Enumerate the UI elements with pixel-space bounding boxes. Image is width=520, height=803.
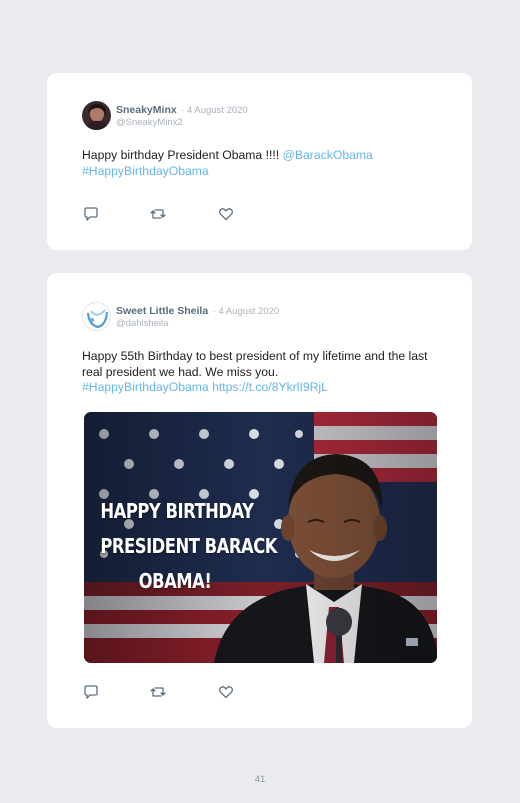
tweet-text-body: Happy birthday President Obama !!!! (82, 148, 283, 162)
page-number: 41 (254, 774, 266, 785)
hashtag-link[interactable]: #HappyBirthdayObama (82, 380, 209, 394)
like-icon[interactable] (218, 684, 234, 700)
tweet-meta: Sweet Little Sheila · 4 August 2020 @dah… (116, 304, 279, 330)
image-caption: HAPPY BIRTHDAY PRESIDENT BARACK OBAMA! (100, 494, 277, 599)
retweet-icon[interactable] (150, 684, 166, 700)
author-name[interactable]: Sweet Little Sheila (116, 305, 208, 317)
caption-line: PRESIDENT BARACK (100, 534, 277, 558)
tweet-text: Happy birthday President Obama !!!! @Bar… (82, 148, 442, 179)
mention-link[interactable]: @BarackObama (283, 148, 373, 162)
tweet-card: SneakyMinx · 4 August 2020 @SneakyMinx2 … (47, 73, 472, 250)
author-handle[interactable]: @SneakyMinx2 (116, 117, 248, 129)
retweet-icon[interactable] (150, 206, 166, 222)
hashtag-link[interactable]: #HappyBirthdayObama (82, 164, 209, 178)
like-icon[interactable] (218, 206, 234, 222)
reply-icon[interactable] (83, 684, 99, 700)
caption-line: HAPPY BIRTHDAY (100, 499, 254, 523)
caption-line: OBAMA! (138, 569, 212, 593)
tweet-date: · 4 August 2020 (181, 105, 248, 116)
author-handle[interactable]: @dahlsheila (116, 318, 279, 330)
url-link[interactable]: https://t.co/8YkrlI9RjL (212, 380, 328, 394)
tweet-date: · 4 August 2020 (212, 306, 280, 317)
tweet-text-body: Happy 55th Birthday to best president of… (82, 349, 428, 379)
author-name[interactable]: SneakyMinx (116, 104, 177, 116)
avatar[interactable] (82, 302, 111, 331)
tweet-text: Happy 55th Birthday to best president of… (82, 349, 444, 396)
tweet-image[interactable]: HAPPY BIRTHDAY PRESIDENT BARACK OBAMA! (84, 412, 437, 663)
reply-icon[interactable] (83, 206, 99, 222)
tweet-meta: SneakyMinx · 4 August 2020 @SneakyMinx2 (116, 103, 248, 129)
avatar[interactable] (82, 101, 111, 130)
tweet-card: Sweet Little Sheila · 4 August 2020 @dah… (47, 273, 472, 728)
